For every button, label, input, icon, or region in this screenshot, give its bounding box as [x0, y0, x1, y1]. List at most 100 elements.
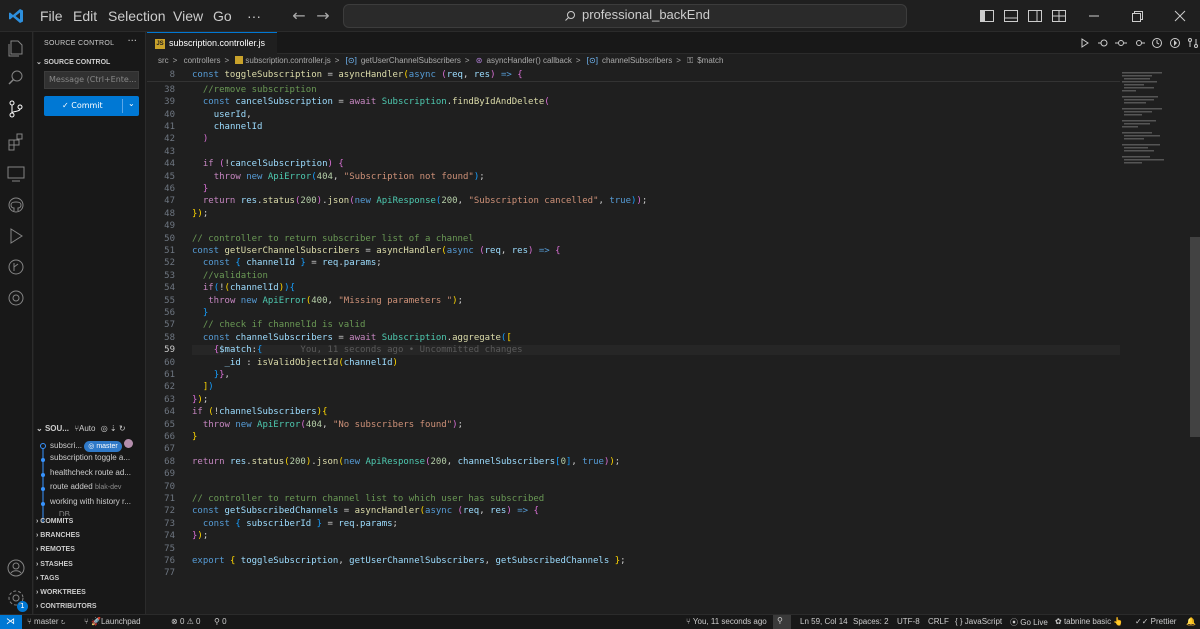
- breadcrumb-match[interactable]: $match: [697, 56, 723, 65]
- source-control-section-header[interactable]: ⌄ SOURCE CONTROL: [36, 58, 110, 66]
- commit-dropdown-icon[interactable]: ⌄: [128, 99, 135, 108]
- menu-edit[interactable]: Edit: [73, 0, 97, 32]
- code-line: const getSubscribedChannels = asyncHandl…: [192, 506, 539, 516]
- open-changes-icon[interactable]: [1097, 37, 1109, 49]
- launchpad-status[interactable]: ⑂ 🚀Launchpad: [84, 617, 141, 626]
- commit-message-input[interactable]: Message (Ctrl+Ente...: [44, 71, 139, 89]
- line-number: 66: [164, 432, 175, 442]
- tags-section[interactable]: › TAGS: [36, 575, 59, 582]
- toggle-panel-icon[interactable]: [1003, 8, 1019, 24]
- breadcrumb-src[interactable]: src: [158, 56, 169, 65]
- close-icon[interactable]: [1172, 8, 1188, 24]
- tabnine-label: tabnine basic: [1063, 617, 1112, 626]
- line-ending[interactable]: CRLF: [928, 617, 949, 626]
- restore-icon[interactable]: [1129, 8, 1145, 24]
- breadcrumb-file[interactable]: subscription.controller.js: [245, 56, 330, 65]
- gitlens-icon[interactable]: [6, 257, 26, 277]
- menu-view[interactable]: View: [173, 0, 203, 32]
- graph-item[interactable]: ... DB ...: [50, 510, 79, 516]
- graph-header[interactable]: ⌄ SOU... ⑂Auto ◎ ⇣ ↻: [36, 424, 126, 438]
- graph-item[interactable]: working with history r...: [50, 497, 131, 511]
- graph-item[interactable]: subscription toggle a...: [50, 453, 130, 467]
- breadcrumb-function[interactable]: getUserChannelSubscribers: [361, 56, 461, 65]
- remote-indicator-icon[interactable]: ⋊: [0, 615, 22, 629]
- graph-item[interactable]: healthcheck route ad...: [50, 468, 131, 482]
- breadcrumb-variable[interactable]: channelSubscribers: [602, 56, 672, 65]
- breadcrumb-js-icon: [235, 56, 244, 64]
- indentation[interactable]: Spaces: 2: [853, 617, 889, 626]
- stashes-section[interactable]: › STASHES: [36, 561, 73, 568]
- cursor-position[interactable]: Ln 59, Col 14: [800, 617, 848, 626]
- ports-status[interactable]: ⚲ 0: [214, 617, 227, 626]
- blame-status[interactable]: ⑂ You, 11 seconds ago: [686, 617, 767, 626]
- line-number: 40: [164, 110, 175, 120]
- account-icon[interactable]: [6, 558, 26, 578]
- minimap[interactable]: [1120, 70, 1190, 580]
- vertical-scrollbar[interactable]: [1190, 237, 1200, 437]
- remote-explorer-icon[interactable]: [6, 164, 26, 184]
- commits-section[interactable]: › COMMITS: [36, 518, 73, 525]
- source-control-compare-icon[interactable]: [1187, 37, 1199, 49]
- graph-target-icon[interactable]: ◎: [101, 424, 108, 433]
- breadcrumb-sep: >: [224, 56, 230, 65]
- branch-status[interactable]: ⑂ master ↻: [27, 617, 66, 626]
- settings-gear-icon[interactable]: [6, 588, 26, 608]
- breadcrumb-variable-icon: [⊙]: [345, 56, 357, 65]
- search-activity-icon[interactable]: [6, 68, 26, 88]
- docker-icon[interactable]: [6, 288, 26, 308]
- menu-selection[interactable]: Selection: [108, 0, 166, 32]
- minimize-icon[interactable]: [1086, 8, 1102, 24]
- sidebar-more-icon[interactable]: ···: [127, 36, 137, 47]
- customize-layout-icon[interactable]: [1051, 8, 1067, 24]
- menu-go[interactable]: Go: [213, 0, 232, 32]
- explorer-icon[interactable]: [6, 38, 26, 58]
- breadcrumb-callback[interactable]: asyncHandler() callback: [487, 56, 572, 65]
- line-number: 44: [164, 159, 175, 169]
- notifications-bell-icon[interactable]: 🔔: [1186, 617, 1196, 626]
- zoom-search-icon[interactable]: ⚲: [773, 615, 791, 629]
- language-mode[interactable]: { } JavaScript: [955, 617, 1002, 626]
- remotes-section[interactable]: › REMOTES: [36, 546, 75, 553]
- menu-file[interactable]: File: [40, 0, 63, 32]
- forward-arrow-icon[interactable]: →: [313, 6, 333, 26]
- sticky-scroll-header[interactable]: 8 const toggleSubscription = asyncHandle…: [147, 70, 1120, 82]
- encoding[interactable]: UTF-8: [897, 617, 920, 626]
- source-control-icon[interactable]: [6, 99, 26, 119]
- graph-fetch-icon[interactable]: ⇣: [110, 424, 117, 433]
- menu-more[interactable]: ···: [247, 0, 261, 32]
- extensions-icon[interactable]: [6, 132, 26, 152]
- back-arrow-icon[interactable]: ←: [289, 6, 309, 26]
- command-center-search[interactable]: professional_backEnd: [343, 4, 907, 28]
- prettier-status[interactable]: ✓✓ Prettier: [1135, 617, 1176, 626]
- graph-item[interactable]: route added blak-dev: [50, 482, 121, 496]
- run-debug-icon[interactable]: [6, 226, 26, 246]
- graph-item[interactable]: subscri... ◎ master: [50, 439, 133, 453]
- contributors-section[interactable]: › CONTRIBUTORS: [36, 603, 97, 610]
- next-change-icon[interactable]: [1133, 37, 1145, 49]
- problems-status[interactable]: ⊗ 0 ⚠ 0: [171, 617, 200, 626]
- code-line: const channelSubscribers = await Subscri…: [202, 333, 512, 343]
- branches-section[interactable]: › BRANCHES: [36, 532, 80, 539]
- toggle-secondary-sidebar-icon[interactable]: [1027, 8, 1043, 24]
- worktrees-section[interactable]: › WORKTREES: [36, 589, 86, 596]
- ports-count: 0: [222, 617, 227, 626]
- line-number: 76: [164, 556, 175, 566]
- breadcrumb-variable-icon: [⊙]: [586, 56, 598, 65]
- toggle-primary-sidebar-icon[interactable]: [979, 8, 995, 24]
- github-icon[interactable]: [6, 195, 26, 215]
- line-number: 68: [164, 457, 175, 467]
- run-icon[interactable]: [1079, 37, 1091, 49]
- code-editor[interactable]: 38 39 40 41 42 43 44 45 46 47 48 49 50 5…: [147, 70, 1120, 580]
- tab-subscription-controller[interactable]: JS subscription.controller.js: [147, 32, 277, 54]
- go-live[interactable]: ⦿ Go Live: [1010, 617, 1048, 628]
- breadcrumb-controllers[interactable]: controllers: [184, 56, 221, 65]
- sync-icon[interactable]: ↻: [61, 617, 66, 626]
- preview-icon[interactable]: [1169, 37, 1181, 49]
- breadcrumb-sep: >: [575, 56, 581, 65]
- tabnine-status[interactable]: ✿ tabnine basic 👆: [1055, 617, 1123, 626]
- graph-refresh-icon[interactable]: ↻: [119, 424, 126, 433]
- previous-change-icon[interactable]: [1115, 37, 1127, 49]
- timeline-icon[interactable]: [1151, 37, 1163, 49]
- line-number: 69: [164, 469, 175, 479]
- commit-button[interactable]: ✓ Commit ⌄: [44, 96, 139, 116]
